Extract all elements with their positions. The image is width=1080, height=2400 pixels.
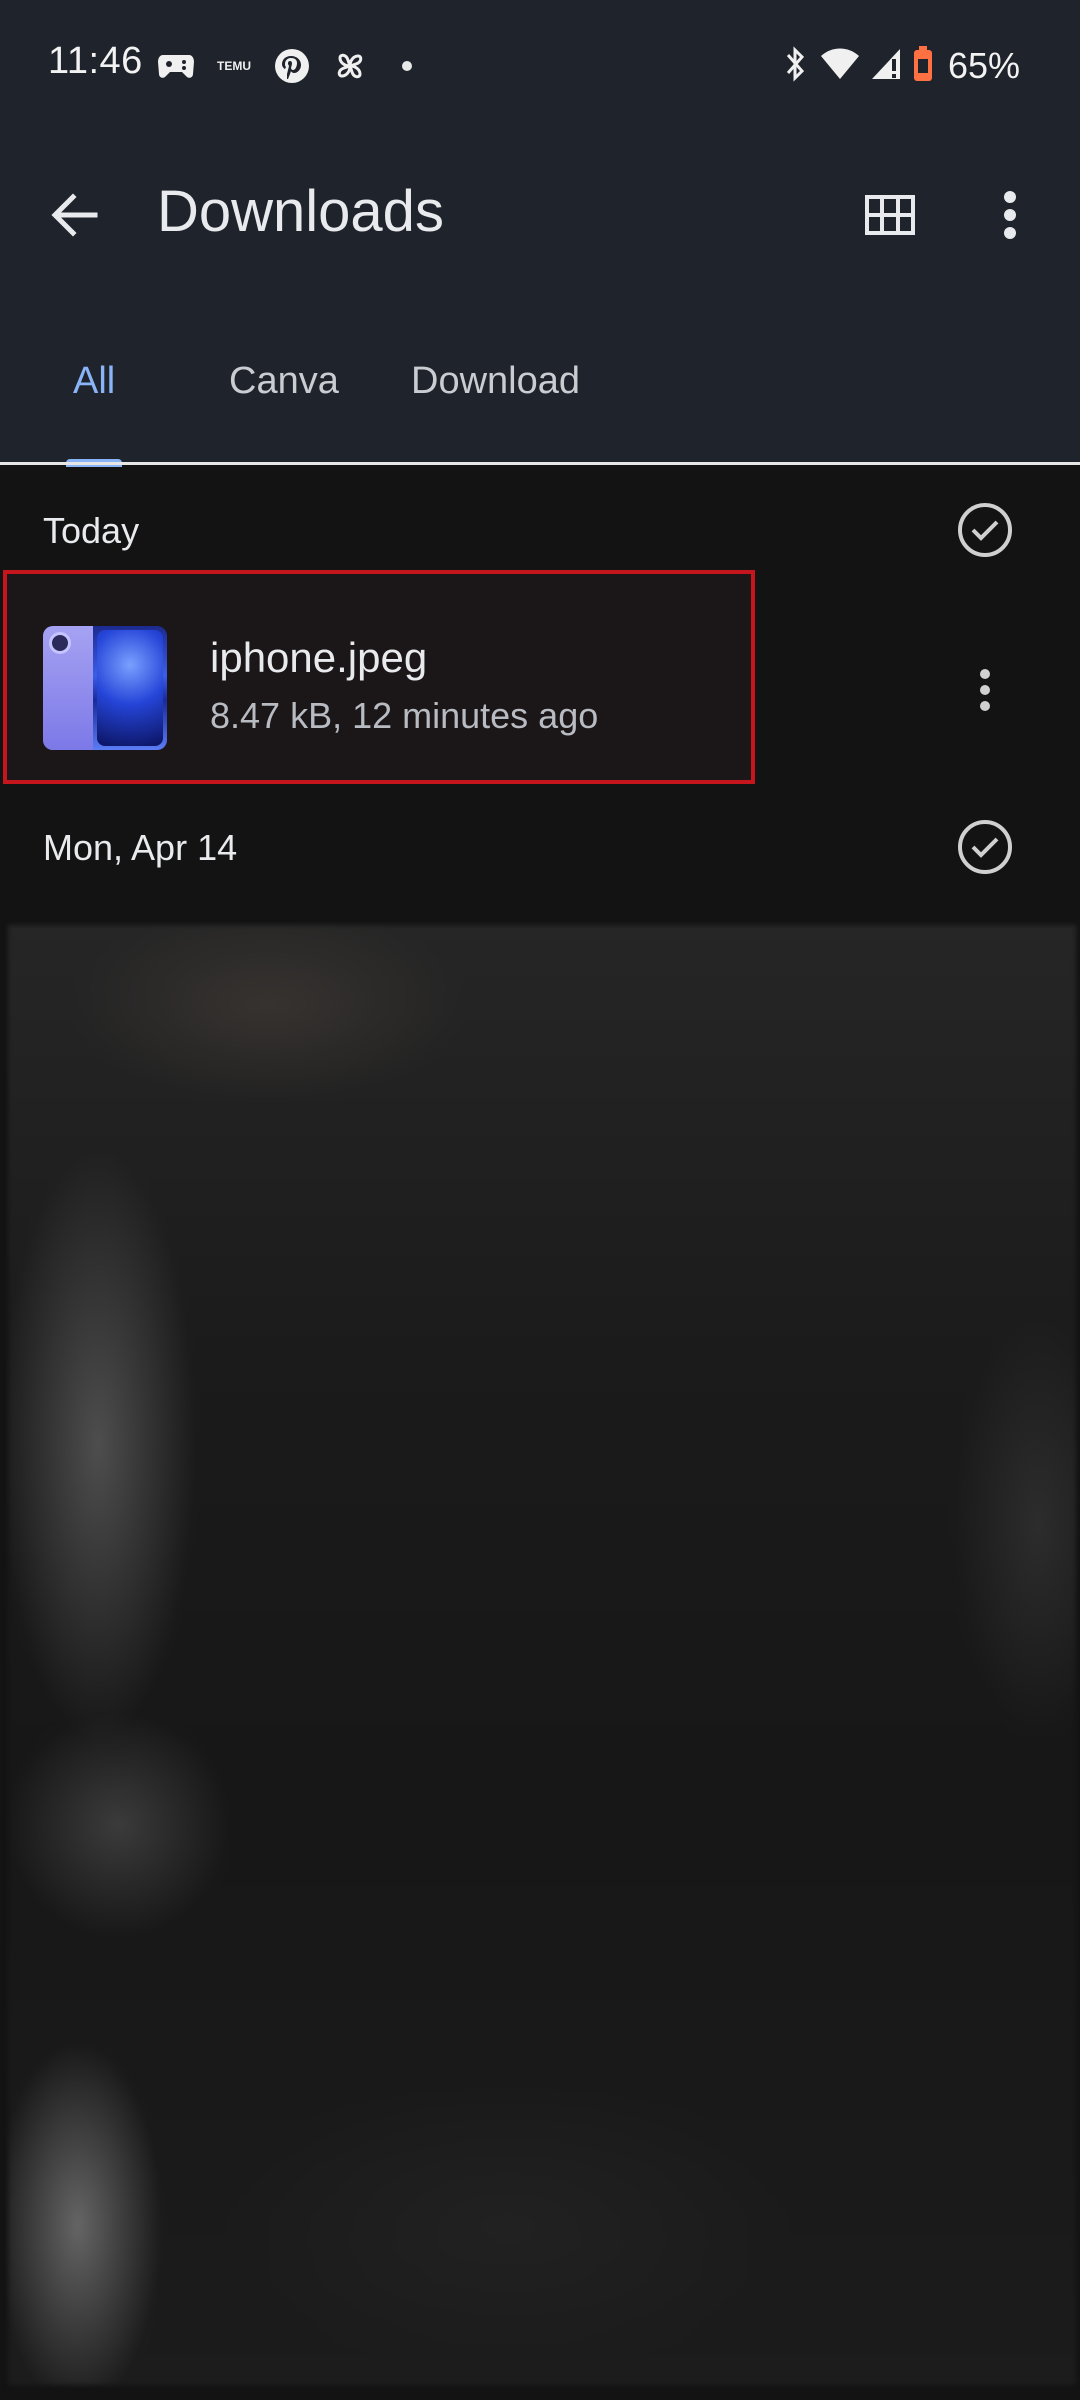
tab-download[interactable]: Download xyxy=(411,360,580,403)
more-vert-icon xyxy=(980,669,990,711)
tab-canva[interactable]: Canva xyxy=(229,360,339,403)
notification-icons: TEMU xyxy=(156,46,412,86)
file-name: iphone.jpeg xyxy=(210,634,428,681)
section-header-today: Today xyxy=(0,480,1080,580)
list-item[interactable]: iphone.jpeg 8.47 kB, 12 minutes ago xyxy=(0,570,1080,784)
page-title: Downloads xyxy=(157,179,444,244)
status-bar: 11:46 TEMU 65% xyxy=(0,0,1080,132)
battery-icon xyxy=(912,45,934,88)
battery-percent: 65% xyxy=(947,45,1020,86)
file-meta: 8.47 kB, 12 minutes ago xyxy=(210,695,599,736)
system-icons: 65% xyxy=(782,44,1020,88)
file-options-button[interactable] xyxy=(965,655,1005,725)
check-circle-icon xyxy=(958,820,1012,874)
more-notifications-dot xyxy=(402,61,412,71)
app-bar: Downloads xyxy=(0,150,1080,280)
cell-signal-icon xyxy=(870,47,902,86)
status-time: 11:46 xyxy=(48,40,143,82)
select-all-apr14-button[interactable] xyxy=(957,819,1013,875)
grid-view-icon xyxy=(865,195,915,235)
section-title: Mon, Apr 14 xyxy=(43,827,238,868)
section-title: Today xyxy=(43,510,140,551)
grid-view-button[interactable] xyxy=(860,185,920,245)
camera-icon xyxy=(49,632,71,654)
section-header-apr14: Mon, Apr 14 xyxy=(0,797,1080,897)
pinwheel-icon xyxy=(330,46,370,86)
more-vert-icon xyxy=(1004,191,1016,239)
blurred-content xyxy=(8,925,1076,2385)
more-options-button[interactable] xyxy=(985,180,1035,250)
tab-all[interactable]: All xyxy=(73,360,115,403)
temu-icon: TEMU xyxy=(217,59,251,73)
back-button[interactable] xyxy=(40,180,110,250)
back-arrow-icon xyxy=(51,193,98,237)
select-all-today-button[interactable] xyxy=(957,502,1013,558)
check-circle-icon xyxy=(958,503,1012,557)
pinterest-icon xyxy=(272,46,312,86)
file-thumbnail xyxy=(43,626,167,750)
tab-bar: All Canva Download xyxy=(0,330,1080,467)
bluetooth-icon xyxy=(782,45,810,88)
game-controller-icon xyxy=(156,46,196,86)
tabs-divider xyxy=(0,462,1080,465)
wifi-icon xyxy=(820,47,860,86)
